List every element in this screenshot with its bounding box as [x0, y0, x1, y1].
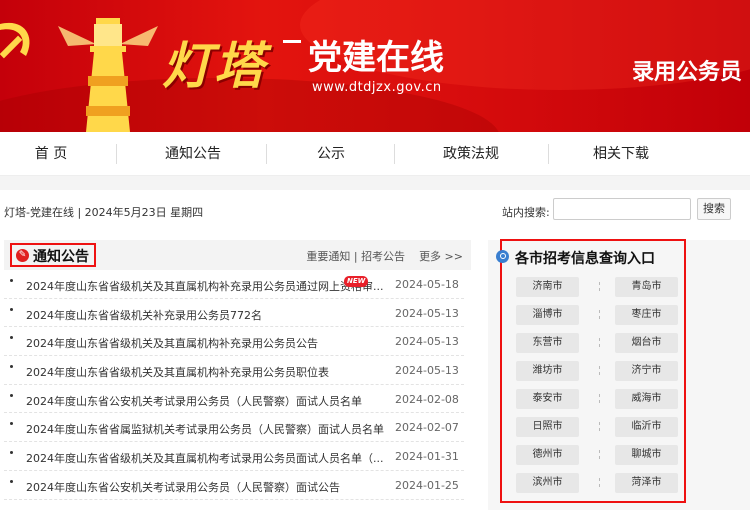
city-button-weihai[interactable]: 威海市	[615, 389, 678, 409]
notice-header: ✎ 通知公告 重要通知 | 招考公告 更多 >>	[4, 240, 471, 270]
city-button-heze[interactable]: 菏泽市	[615, 473, 678, 493]
city-divider	[599, 282, 600, 291]
logo-url: www.dtdjzx.gov.cn	[312, 80, 442, 95]
city-button-taian[interactable]: 泰安市	[516, 389, 579, 409]
new-badge-icon: NEW	[344, 276, 369, 287]
nav-item-downloads[interactable]: 相关下载	[578, 132, 664, 176]
city-divider	[599, 310, 600, 319]
main-nav: 首 页 通知公告 公示 政策法规 相关下载	[0, 132, 750, 176]
list-item[interactable]: 2024年度山东省省级机关补充录用公务员772名 2024-05-13	[4, 299, 464, 328]
bullet	[10, 479, 13, 483]
nav-separator	[394, 144, 395, 164]
notice-item-date: 2024-05-13	[395, 364, 459, 378]
city-divider	[599, 422, 600, 431]
notice-item-title[interactable]: 2024年度山东省省级机关及其直属机构补充录用公务员职位表	[26, 364, 329, 380]
hammer-sickle-icon	[0, 22, 30, 59]
notice-panel: ✎ 通知公告 重要通知 | 招考公告 更多 >> 2024年度山东省省级机关及其…	[4, 240, 471, 510]
notice-item-title[interactable]: 2024年度山东省省属监狱机关考试录用公务员（人民警察）面试人员名单	[26, 421, 384, 437]
lighthouse-icon	[58, 18, 158, 132]
city-button-zaozhuang[interactable]: 枣庄市	[615, 305, 678, 325]
pencil-icon: ✎	[16, 249, 29, 262]
city-button-yantai[interactable]: 烟台市	[615, 333, 678, 353]
city-button-zibo[interactable]: 淄博市	[516, 305, 579, 325]
nav-item-publicity[interactable]: 公示	[300, 132, 362, 176]
date-line: 灯塔-党建在线 | 2024年5月23日 星期四	[4, 206, 204, 219]
notice-list: 2024年度山东省省级机关及其直属机构补充录用公务员通过网上资格审... NEW…	[4, 270, 464, 500]
bullet	[10, 451, 13, 455]
city-divider	[599, 366, 600, 375]
search-input[interactable]	[553, 198, 691, 220]
city-button-liaocheng[interactable]: 聊城市	[615, 445, 678, 465]
city-button-dezhou[interactable]: 德州市	[516, 445, 579, 465]
notice-item-date: 2024-02-07	[395, 421, 459, 435]
bullet	[10, 422, 13, 426]
list-item[interactable]: 2024年度山东省公安机关考试录用公务员（人民警察）面试人员名单 2024-02…	[4, 385, 464, 414]
bullet	[10, 307, 13, 311]
list-item[interactable]: 2024年度山东省省级机关及其直属机构考试录用公务员面试人员名单（... 202…	[4, 442, 464, 471]
notice-links: 重要通知 | 招考公告 更多 >>	[306, 248, 463, 264]
bullet	[10, 336, 13, 340]
city-panel-title: 各市招考信息查询入口	[515, 251, 655, 267]
logo-subtitle: 党建在线	[308, 38, 444, 78]
city-divider	[599, 394, 600, 403]
notice-title-box: ✎ 通知公告	[10, 243, 96, 267]
nav-separator	[116, 144, 117, 164]
city-button-jining[interactable]: 济宁市	[615, 361, 678, 381]
city-button-binzhou[interactable]: 滨州市	[516, 473, 579, 493]
notice-item-title[interactable]: 2024年度山东省公安机关考试录用公务员（人民警察）面试人员名单	[26, 393, 362, 409]
list-item[interactable]: 2024年度山东省省级机关及其直属机构补充录用公务员通过网上资格审... NEW…	[4, 270, 464, 299]
city-button-dongying[interactable]: 东营市	[516, 333, 579, 353]
nav-separator	[548, 144, 549, 164]
link-more[interactable]: 更多 >>	[419, 250, 463, 263]
link-important-notices[interactable]: 重要通知	[306, 250, 350, 263]
notice-item-title[interactable]: 2024年度山东省省级机关补充录用公务员772名	[26, 307, 262, 323]
bullet	[10, 279, 13, 282]
logo-title: 灯塔	[162, 36, 266, 95]
notice-item-title[interactable]: 2024年度山东省公安机关考试录用公务员（人民警察）面试公告	[26, 479, 340, 495]
logo-dash	[283, 40, 301, 43]
notice-title: 通知公告	[33, 249, 89, 265]
notice-item-date: 2024-05-13	[395, 306, 459, 320]
bullet	[10, 393, 13, 397]
bullet	[10, 365, 13, 369]
notice-item-title[interactable]: 2024年度山东省省级机关及其直属机构补充录用公务员公告	[26, 335, 318, 351]
nav-separator	[266, 144, 267, 164]
city-button-jinan[interactable]: 济南市	[516, 277, 579, 297]
nav-item-home[interactable]: 首 页	[12, 132, 90, 176]
notice-item-title[interactable]: 2024年度山东省省级机关及其直属机构考试录用公务员面试人员名单（...	[26, 450, 383, 466]
city-button-linyi[interactable]: 临沂市	[615, 417, 678, 437]
list-item[interactable]: 2024年度山东省省属监狱机关考试录用公务员（人民警察）面试人员名单 2024-…	[4, 413, 464, 443]
notice-item-date: 2024-05-18	[395, 278, 459, 291]
search-label: 站内搜索:	[502, 206, 550, 219]
search-button[interactable]: 搜索	[697, 198, 731, 220]
notice-item-date: 2024-01-25	[395, 478, 459, 492]
nav-item-notices[interactable]: 通知公告	[150, 132, 236, 176]
notice-item-date: 2024-01-31	[395, 450, 459, 464]
list-item[interactable]: 2024年度山东省公安机关考试录用公务员（人民警察）面试公告 2024-01-2…	[4, 471, 464, 500]
header-banner: 灯塔 党建在线 www.dtdjzx.gov.cn 录用公务员	[0, 0, 750, 132]
notice-item-date: 2024-02-08	[395, 392, 459, 406]
notice-item-title[interactable]: 2024年度山东省省级机关及其直属机构补充录用公务员通过网上资格审...	[26, 278, 383, 294]
city-button-rizhao[interactable]: 日照市	[516, 417, 579, 437]
link-separator: |	[353, 250, 358, 263]
city-divider	[599, 338, 600, 347]
nav-divider-band	[0, 176, 750, 190]
notice-item-date: 2024-05-13	[395, 335, 459, 349]
link-exam-notices[interactable]: 招考公告	[361, 250, 405, 263]
city-divider	[599, 478, 600, 487]
location-icon	[496, 250, 509, 263]
list-item[interactable]: 2024年度山东省省级机关及其直属机构补充录用公务员职位表 2024-05-13	[4, 356, 464, 385]
city-button-weifang[interactable]: 潍坊市	[516, 361, 579, 381]
nav-item-policies[interactable]: 政策法规	[428, 132, 514, 176]
banner-right-title: 录用公务员	[632, 60, 743, 85]
list-item[interactable]: 2024年度山东省省级机关及其直属机构补充录用公务员公告 2024-05-13	[4, 327, 464, 357]
city-divider	[599, 450, 600, 459]
city-button-qingdao[interactable]: 青岛市	[615, 277, 678, 297]
